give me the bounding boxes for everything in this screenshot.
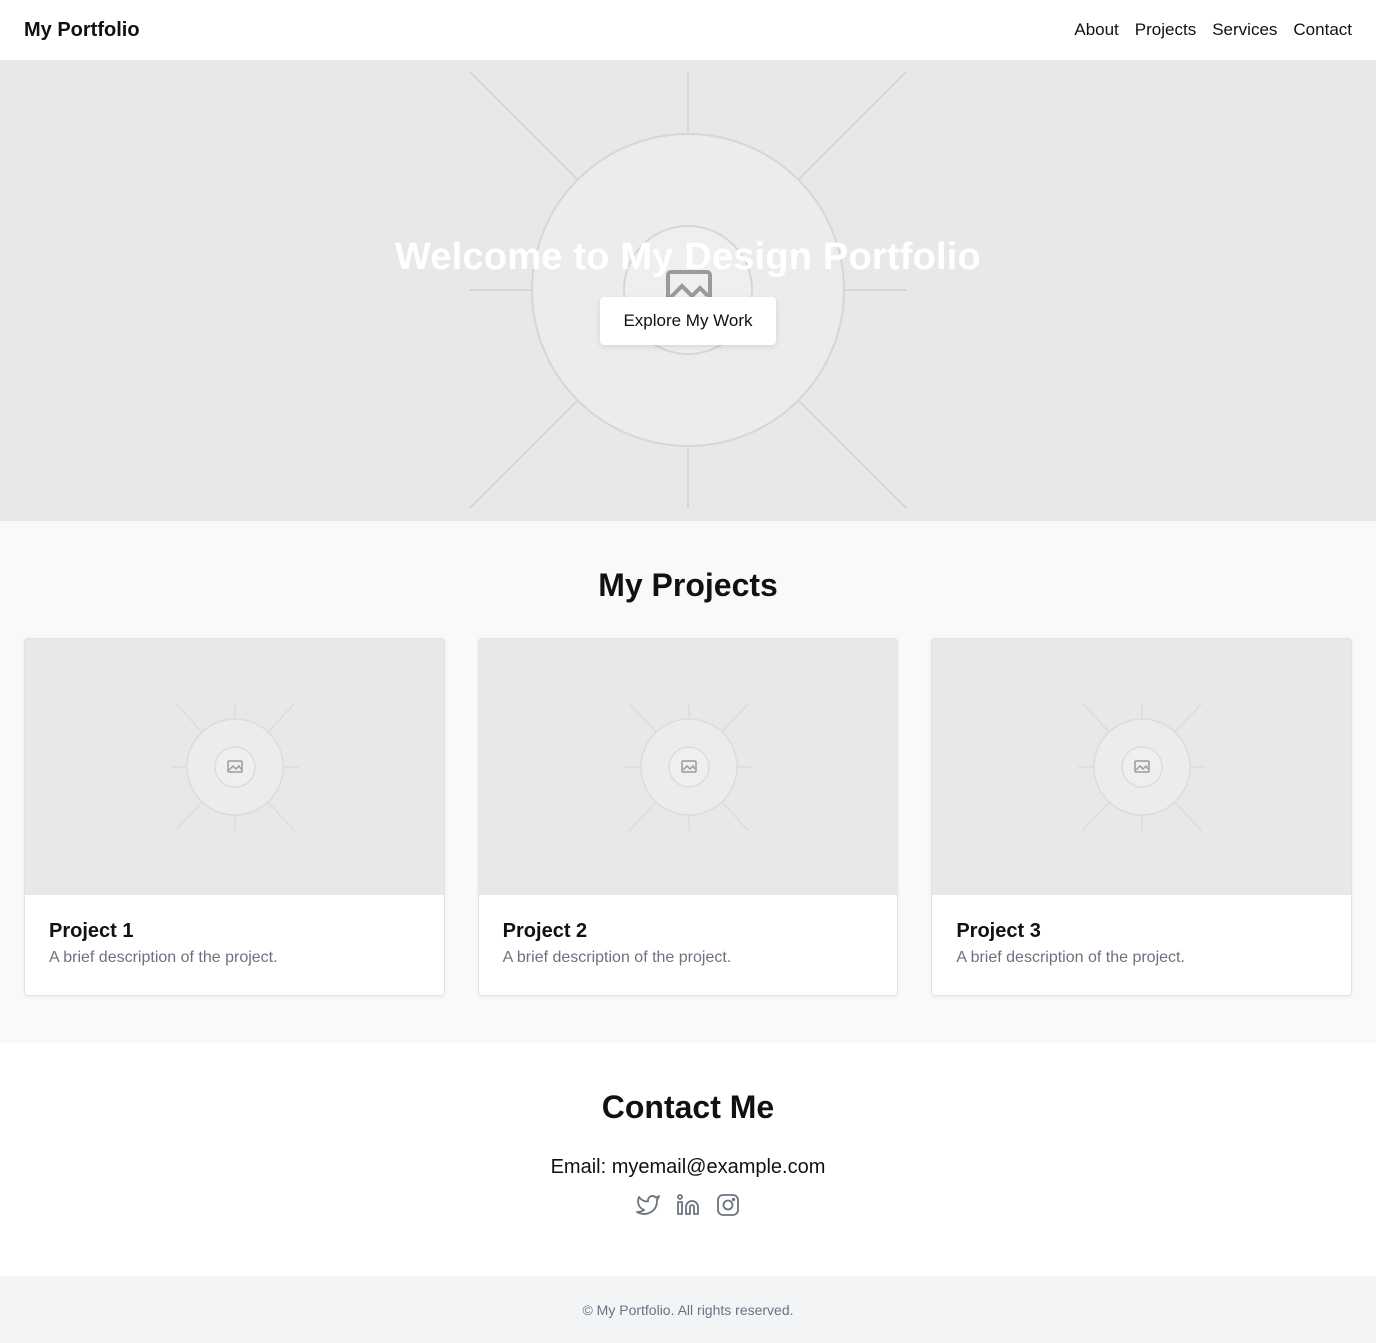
image-placeholder-icon [624,702,753,832]
project-title: Project 1 [49,920,134,942]
contact-heading: Contact Me [601,1089,775,1125]
projects-section: My Projects Project 1 A brief descriptio… [0,521,1376,1043]
project-description: A brief description of the project. [49,949,278,966]
explore-work-button[interactable]: Explore My Work [600,297,776,345]
project-card[interactable]: Project 2 A brief description of the pro… [477,638,899,996]
project-cards: Project 1 A brief description of the pro… [0,638,1376,996]
twitter-icon[interactable] [636,1193,660,1217]
project-title: Project 2 [502,920,588,942]
projects-heading: My Projects [598,567,778,603]
brand-logo[interactable]: My Portfolio [24,19,140,42]
instagram-icon[interactable] [716,1193,740,1217]
hero-content: Welcome to My Design Portfolio Explore M… [0,60,1376,521]
image-placeholder-icon [1078,702,1207,832]
linkedin-icon[interactable] [676,1193,700,1217]
nav-link-services[interactable]: Services [1212,20,1277,40]
site-header: My Portfolio About Projects Services Con… [0,0,1376,60]
copyright-text: © My Portfolio. All rights reserved. [582,1302,794,1318]
project-card[interactable]: Project 3 A brief description of the pro… [931,638,1353,996]
nav-link-contact[interactable]: Contact [1293,20,1352,40]
project-card-body: Project 2 A brief description of the pro… [479,895,898,992]
site-footer: © My Portfolio. All rights reserved. [0,1276,1376,1343]
nav-link-projects[interactable]: Projects [1135,20,1196,40]
contact-email: Email: myemail@example.com [550,1156,826,1178]
project-image [932,639,1352,895]
project-title: Project 3 [956,920,1041,942]
project-image [25,639,444,895]
hero-title: Welcome to My Design Portfolio [395,236,981,278]
main-nav: About Projects Services Contact [1074,20,1352,40]
project-card-body: Project 3 A brief description of the pro… [932,895,1351,992]
project-image [478,639,898,895]
project-description: A brief description of the project. [956,949,1185,966]
project-description: A brief description of the project. [502,949,732,966]
social-links [636,1193,740,1217]
image-placeholder-icon [171,702,299,832]
contact-section: Contact Me Email: myemail@example.com [0,1043,1376,1276]
nav-link-about[interactable]: About [1074,20,1118,40]
hero-section: Welcome to My Design Portfolio Explore M… [0,60,1376,521]
project-card-body: Project 1 A brief description of the pro… [25,895,444,992]
project-card[interactable]: Project 1 A brief description of the pro… [24,638,445,996]
